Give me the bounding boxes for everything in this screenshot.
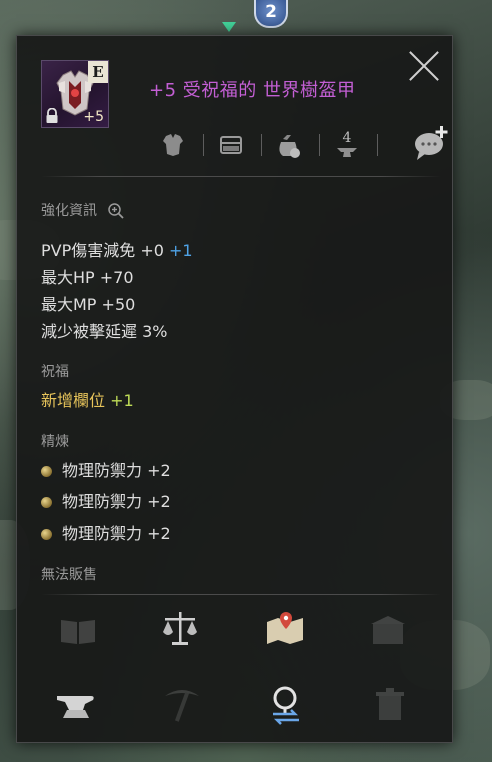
blessing-line: 新增欄位 +1 <box>41 391 134 410</box>
blessing-section-title: 祝福 <box>41 364 69 380</box>
divider <box>41 176 441 177</box>
scale-icon[interactable] <box>157 606 203 652</box>
trade-status: 無法販售 <box>41 567 97 583</box>
map-marker-arrow <box>222 22 236 32</box>
armor-slot-icon[interactable] <box>155 126 191 162</box>
svg-text:4: 4 <box>343 130 352 146</box>
refine-orb-icon <box>41 466 52 477</box>
refine-line: 物理防禦力 +2 <box>41 520 171 544</box>
refine-line: 物理防禦力 +2 <box>41 488 171 512</box>
item-tooltip-panel: E +5 +5 受祝福的 世界樹盔甲 4 強化資訊 PVP傷害減免 +0 +1 … <box>16 35 453 743</box>
chest-icon[interactable] <box>213 126 249 162</box>
enhance-stat-mp: 最大MP +50 <box>41 295 136 314</box>
zoom-in-icon[interactable] <box>107 202 125 220</box>
book-icon <box>55 608 101 654</box>
enhance-stat-delay: 減少被擊延遲 3% <box>41 322 168 341</box>
refine-orb-icon <box>41 497 52 508</box>
refine-line: 物理防禦力 +2 <box>41 457 171 481</box>
item-attribute-icons: 4 <box>155 126 448 166</box>
pouch-icon[interactable] <box>271 126 307 162</box>
enhance-section-title: 強化資訊 <box>41 200 125 220</box>
enhance-stat-hp: 最大HP +70 <box>41 268 134 287</box>
refine-section-title: 精煉 <box>41 434 69 450</box>
refine-orb-icon <box>41 529 52 540</box>
enhance-level: +5 <box>83 109 104 125</box>
lock-icon <box>46 108 58 123</box>
close-icon[interactable] <box>407 48 441 82</box>
chat-bubble-add-icon[interactable] <box>411 122 451 162</box>
anvil-tier-icon[interactable]: 4 <box>329 126 365 162</box>
pickaxe-icon <box>159 682 205 728</box>
trash-icon <box>367 682 413 728</box>
enhance-stat-pvp: PVP傷害減免 +0 +1 <box>41 241 193 260</box>
map-badge[interactable]: 2 <box>254 0 288 28</box>
item-name: +5 受祝福的 世界樹盔甲 <box>149 80 356 101</box>
divider <box>41 594 441 595</box>
magnify-swap-icon[interactable] <box>263 680 309 726</box>
grade-badge: E <box>88 61 108 83</box>
storage-box-icon <box>365 608 411 654</box>
item-icon[interactable]: E +5 <box>41 60 109 128</box>
map-icon[interactable] <box>263 606 309 652</box>
anvil-icon[interactable] <box>53 682 99 728</box>
